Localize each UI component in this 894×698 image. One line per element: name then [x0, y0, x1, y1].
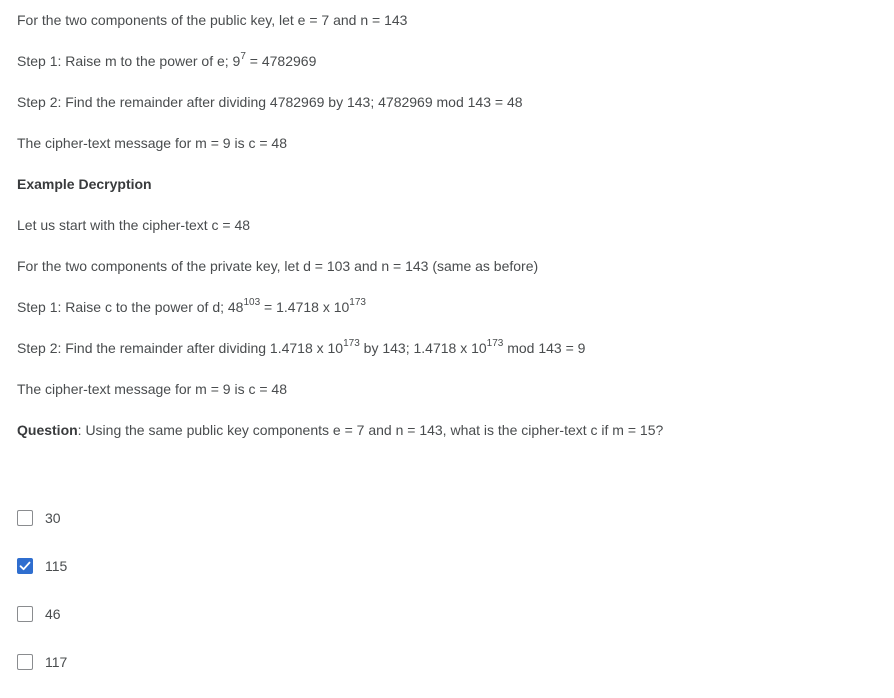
decryption-step1-part-b: = 1.4718 x 10 [260, 299, 350, 315]
decryption-result-line: The cipher-text message for m = 9 is c =… [17, 381, 288, 397]
checkbox-icon[interactable] [17, 606, 33, 622]
option-label: 115 [45, 558, 68, 574]
decryption-step2-part-b: by 143; 1.4718 x 10 [359, 340, 487, 356]
option-30[interactable]: 30 [17, 510, 61, 526]
checkmark-icon [19, 561, 31, 571]
decryption-step1-exponent-2: 173 [349, 297, 366, 309]
option-115[interactable]: 115 [17, 558, 67, 574]
public-key-line: For the two components of the public key… [17, 12, 408, 28]
decryption-heading: Example Decryption [17, 176, 152, 192]
decryption-step1-part-a: Step 1: Raise c to the power of d; 48 [17, 299, 244, 315]
decryption-step1-exponent-1: 103 [243, 297, 261, 309]
decryption-step1-line: Step 1: Raise c to the power of d; 48103… [17, 297, 366, 317]
checkbox-icon[interactable] [17, 510, 33, 526]
encryption-step2-line: Step 2: Find the remainder after dividin… [17, 94, 523, 110]
checkbox-icon[interactable] [17, 654, 33, 670]
option-label: 117 [45, 654, 68, 670]
encryption-step1-suffix: = 4782969 [245, 53, 317, 69]
private-key-line: For the two components of the private ke… [17, 258, 539, 274]
encryption-step1-prefix: Step 1: Raise m to the power of e; 9 [17, 53, 241, 69]
option-117[interactable]: 117 [17, 654, 67, 670]
checkbox-icon[interactable] [17, 558, 33, 574]
decryption-step2-exponent-1: 173 [343, 338, 360, 350]
question-label: Question [17, 422, 78, 438]
option-label: 30 [45, 510, 61, 526]
encryption-step1-line: Step 1: Raise m to the power of e; 97 = … [17, 51, 316, 71]
question-line: Question: Using the same public key comp… [17, 420, 663, 440]
encryption-result-line: The cipher-text message for m = 9 is c =… [17, 135, 288, 151]
decryption-step2-exponent-2: 173 [486, 338, 504, 350]
option-46[interactable]: 46 [17, 606, 61, 622]
option-label: 46 [45, 606, 61, 622]
decryption-step2-part-a: Step 2: Find the remainder after dividin… [17, 340, 344, 356]
question-text: : Using the same public key components e… [77, 422, 664, 438]
encryption-step1-exponent: 7 [240, 51, 246, 63]
decryption-step2-line: Step 2: Find the remainder after dividin… [17, 338, 585, 358]
decryption-start-line: Let us start with the cipher-text c = 48 [17, 217, 251, 233]
decryption-step2-part-c: mod 143 = 9 [503, 340, 586, 356]
